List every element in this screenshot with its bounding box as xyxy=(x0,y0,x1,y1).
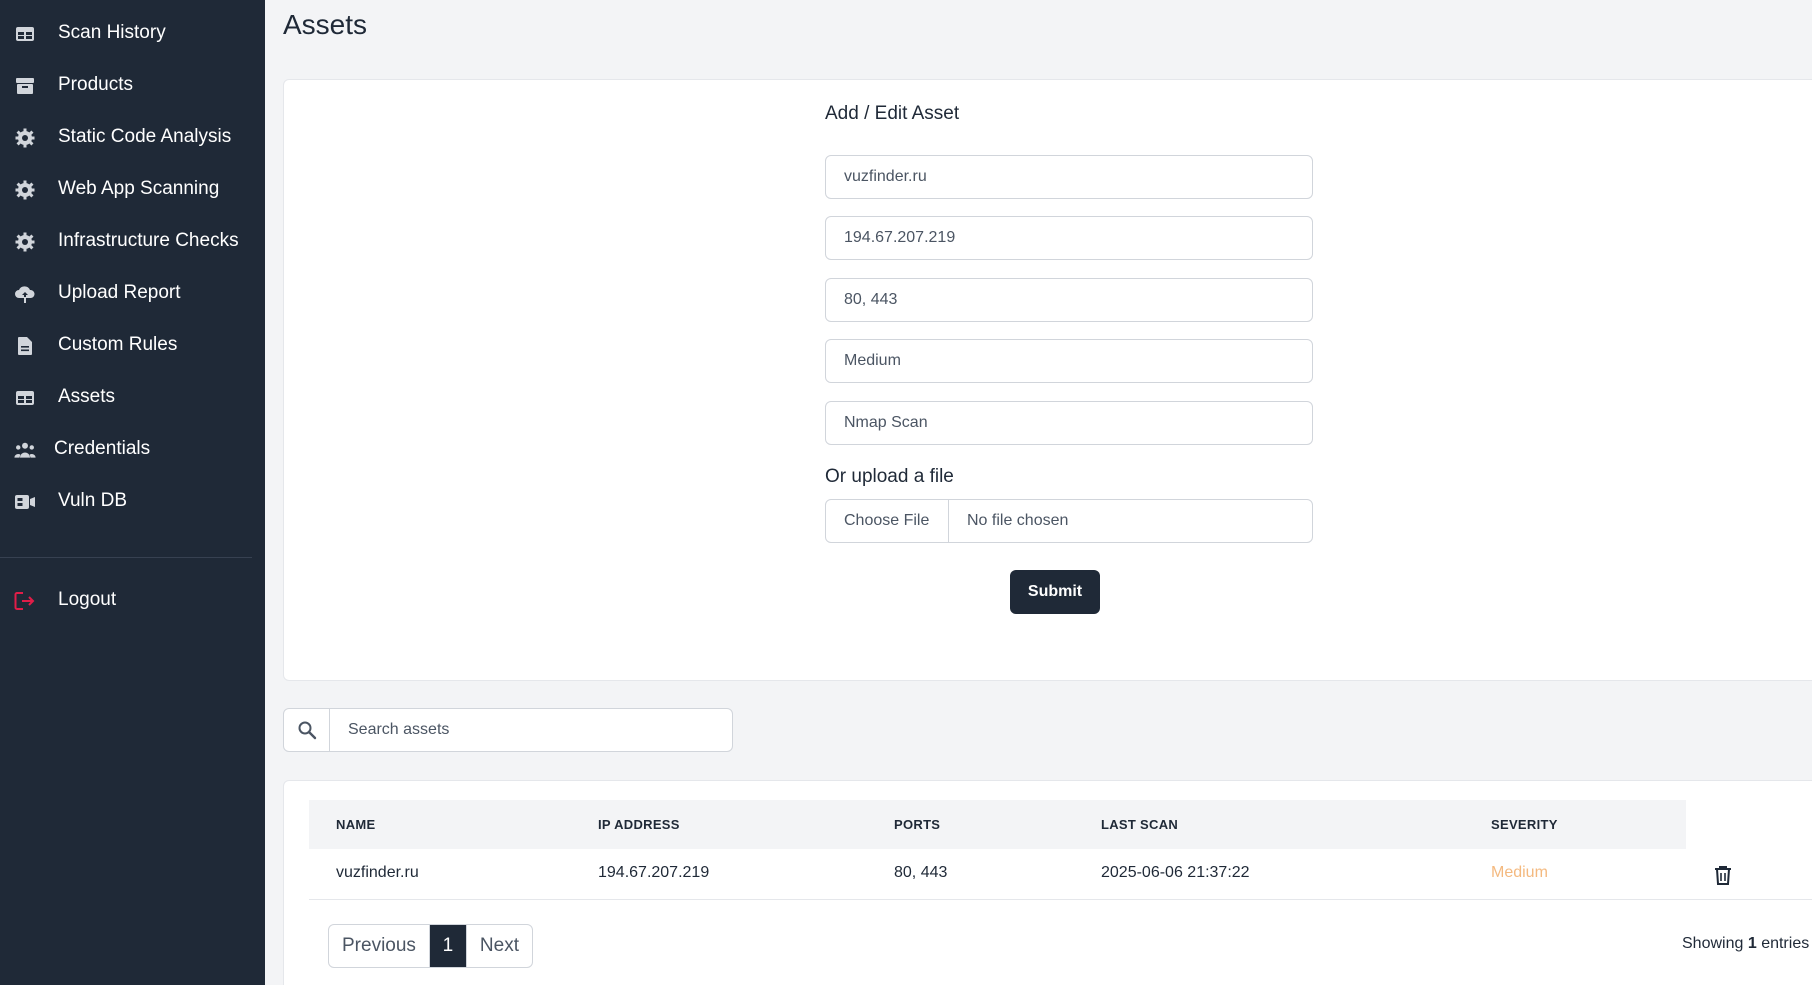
page-title: Assets xyxy=(283,9,368,40)
pagination: Previous 1 Next xyxy=(328,924,533,968)
gear-icon xyxy=(14,127,36,149)
column-header-severity[interactable]: SEVERITY xyxy=(1491,817,1558,832)
column-header-name[interactable]: NAME xyxy=(336,817,375,832)
previous-page-button[interactable]: Previous xyxy=(329,925,430,967)
sidebar-item-custom-rules[interactable]: Custom Rules xyxy=(0,325,265,365)
search-input[interactable]: Search assets xyxy=(330,709,449,751)
asset-name-input[interactable]: vuzfinder.ru xyxy=(825,155,1313,199)
column-header-ports[interactable]: PORTS xyxy=(894,817,940,832)
cloud-upload-icon xyxy=(14,283,36,305)
cell-ports: 80, 443 xyxy=(894,864,948,881)
sidebar-item-products[interactable]: Products xyxy=(0,65,265,105)
upload-label: Or upload a file xyxy=(825,466,954,487)
table-icon xyxy=(14,387,36,409)
sidebar-item-label: Upload Report xyxy=(58,282,181,303)
sidebar-item-upload-report[interactable]: Upload Report xyxy=(0,273,265,313)
users-icon xyxy=(14,439,36,461)
gear-icon xyxy=(14,231,36,253)
sidebar-item-web-app-scanning[interactable]: Web App Scanning xyxy=(0,169,265,209)
table-icon xyxy=(14,23,36,45)
logout-label: Logout xyxy=(58,589,117,610)
scan-type-input[interactable]: Nmap Scan xyxy=(825,401,1313,445)
cell-name: vuzfinder.ru xyxy=(336,864,419,881)
sidebar-item-label: Vuln DB xyxy=(58,490,127,511)
cell-ip: 194.67.207.219 xyxy=(598,864,710,881)
sidebar-item-label: Scan History xyxy=(58,22,166,43)
file-upload-field: Choose File No file chosen xyxy=(825,499,1313,543)
search-icon[interactable] xyxy=(284,709,330,751)
sidebar-item-vuln-db[interactable]: Vuln DB xyxy=(0,481,265,521)
sidebar-item-scan-history[interactable]: Scan History xyxy=(0,13,265,53)
showing-count: 1 xyxy=(1747,935,1757,952)
sidebar-item-label: Credentials xyxy=(54,438,151,459)
choose-file-button[interactable]: Choose File xyxy=(826,500,949,542)
file-status: No file chosen xyxy=(967,512,1069,529)
sidebar: Scan History Products Static Code Analys… xyxy=(0,0,265,985)
sidebar-item-label: Infrastructure Checks xyxy=(58,230,239,251)
sidebar-item-static-code-analysis[interactable]: Static Code Analysis xyxy=(0,117,265,157)
cell-severity: Medium xyxy=(1491,864,1548,881)
row-divider xyxy=(309,899,1812,900)
column-header-last-scan[interactable]: LAST SCAN xyxy=(1101,817,1178,832)
ip-address-input[interactable]: 194.67.207.219 xyxy=(825,216,1313,260)
next-page-button[interactable]: Next xyxy=(465,925,532,967)
showing-entries: Showing 1 entries xyxy=(1682,935,1809,953)
ports-input[interactable]: 80, 443 xyxy=(825,278,1313,322)
column-header-ip[interactable]: IP ADDRESS xyxy=(598,817,680,832)
cell-last-scan: 2025-06-06 21:37:22 xyxy=(1101,864,1250,881)
submit-button[interactable]: Submit xyxy=(1010,570,1100,614)
sidebar-item-assets[interactable]: Assets xyxy=(0,377,265,417)
sidebar-item-label: Custom Rules xyxy=(58,334,178,355)
logout-icon xyxy=(14,590,36,612)
form-title: Add / Edit Asset xyxy=(825,103,960,124)
showing-prefix: Showing xyxy=(1682,935,1744,952)
archive-icon xyxy=(14,75,36,97)
sidebar-item-label: Static Code Analysis xyxy=(58,126,232,147)
sidebar-divider xyxy=(0,557,252,558)
table-header xyxy=(309,800,1686,849)
sidebar-item-label: Assets xyxy=(58,386,116,407)
gear-icon xyxy=(14,179,36,201)
trash-icon[interactable] xyxy=(1712,864,1734,886)
page-1-button[interactable]: 1 xyxy=(429,925,466,967)
search-box: Search assets xyxy=(283,708,733,752)
sidebar-item-infrastructure-checks[interactable]: Infrastructure Checks xyxy=(0,221,265,261)
sidebar-item-credentials[interactable]: Credentials xyxy=(0,429,265,469)
severity-input[interactable]: Medium xyxy=(825,339,1313,383)
showing-suffix: entries xyxy=(1761,935,1810,952)
sidebar-item-label: Web App Scanning xyxy=(58,178,220,199)
document-icon xyxy=(14,335,36,357)
sidebar-item-logout[interactable]: Logout xyxy=(0,580,265,620)
database-icon xyxy=(14,491,36,513)
sidebar-item-label: Products xyxy=(58,74,133,95)
